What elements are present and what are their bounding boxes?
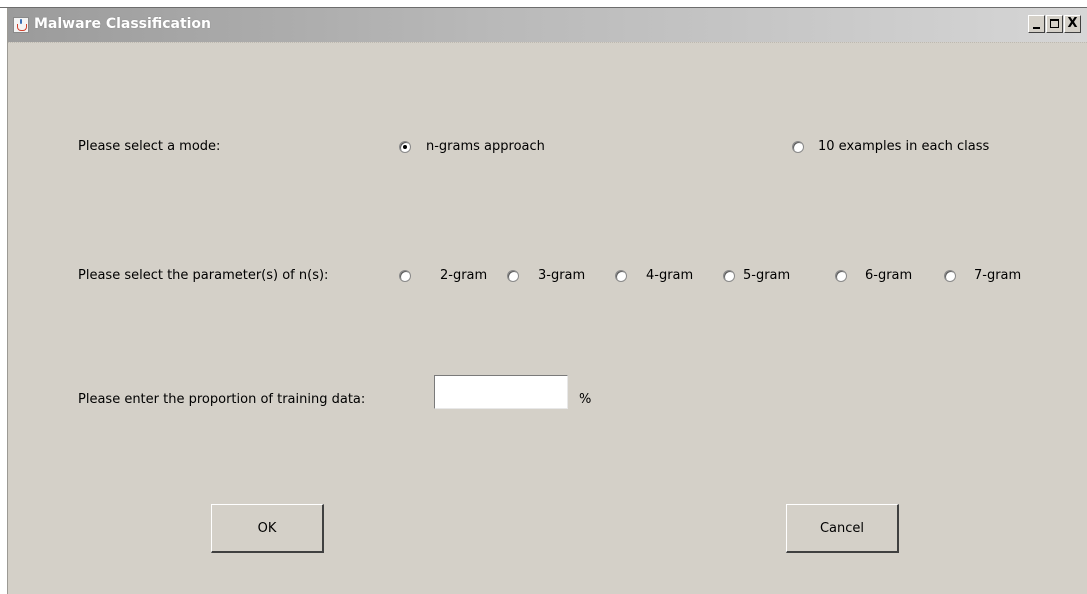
dialog-window: Malware Classification X Please select a… [7, 8, 1087, 594]
training-proportion-input[interactable] [434, 375, 568, 409]
ok-button[interactable]: OK [211, 504, 324, 553]
params-label: Please select the parameter(s) of n(s): [78, 268, 329, 283]
close-button[interactable]: X [1064, 15, 1081, 33]
maximize-button[interactable] [1046, 15, 1063, 33]
radio-4-gram-label[interactable]: 4-gram [646, 268, 693, 283]
radio-2-gram[interactable] [399, 270, 411, 282]
radio-2-gram-label[interactable]: 2-gram [440, 268, 487, 283]
title-bar[interactable]: Malware Classification X [8, 8, 1087, 42]
cancel-button[interactable]: Cancel [786, 504, 899, 553]
radio-mode-examples[interactable] [792, 141, 804, 153]
radio-6-gram-label[interactable]: 6-gram [865, 268, 912, 283]
radio-6-gram[interactable] [835, 270, 847, 282]
window-title: Malware Classification [34, 16, 212, 32]
dialog-content: Please select a mode: n-grams approach 1… [8, 42, 1087, 594]
screen-top-edge [0, 0, 1087, 8]
radio-5-gram-label[interactable]: 5-gram [743, 268, 790, 283]
close-icon: X [1067, 16, 1078, 31]
radio-7-gram[interactable] [944, 270, 956, 282]
java-cup-icon [13, 17, 29, 33]
radio-3-gram-label[interactable]: 3-gram [538, 268, 585, 283]
minimize-icon [1033, 27, 1040, 29]
training-unit-label: % [579, 392, 592, 407]
maximize-icon [1050, 19, 1059, 28]
minimize-button[interactable] [1028, 15, 1045, 33]
radio-3-gram[interactable] [507, 270, 519, 282]
training-label: Please enter the proportion of training … [78, 392, 366, 407]
radio-mode-examples-label[interactable]: 10 examples in each class [818, 139, 989, 154]
radio-7-gram-label[interactable]: 7-gram [974, 268, 1021, 283]
radio-5-gram[interactable] [723, 270, 735, 282]
radio-mode-ngrams[interactable] [399, 141, 411, 153]
radio-4-gram[interactable] [615, 270, 627, 282]
window-controls: X [1027, 15, 1081, 35]
radio-mode-ngrams-label[interactable]: n-grams approach [426, 139, 545, 154]
mode-label: Please select a mode: [78, 139, 221, 154]
